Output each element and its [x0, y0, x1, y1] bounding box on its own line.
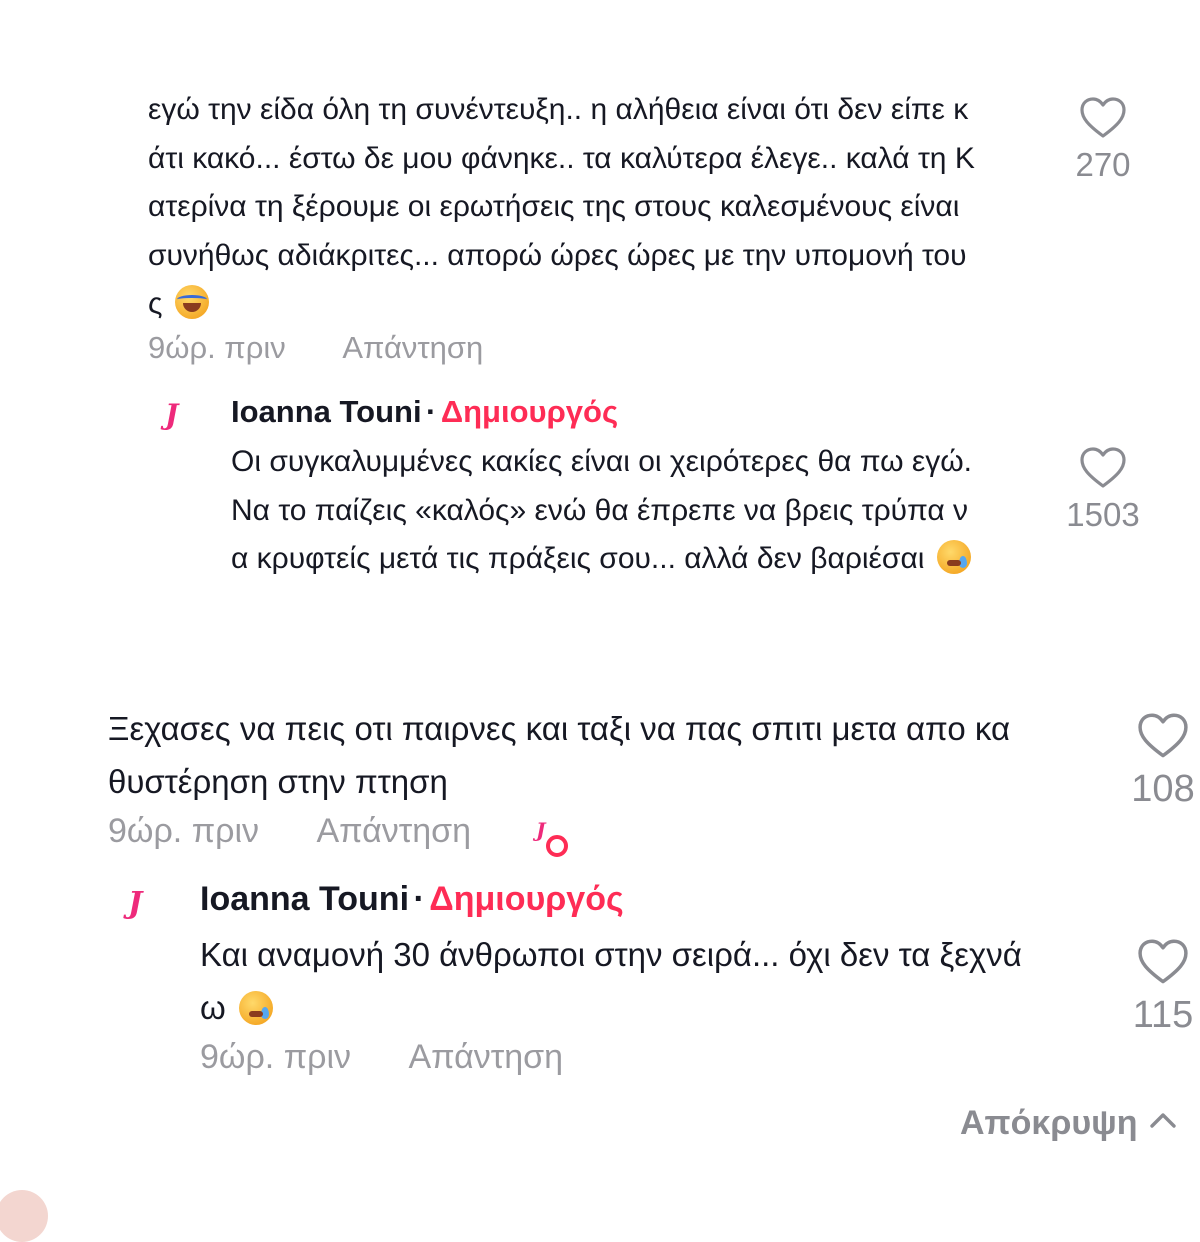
comment-2-meta: 9ώρ. πριν Απάντηση	[108, 812, 471, 851]
like-count: 270	[1075, 146, 1131, 183]
comment-timestamp: 9ώρ. πριν	[148, 330, 286, 365]
liked-by-creator-indicator: J	[536, 818, 576, 862]
reply-2-body: Και αναμονή 30 άνθρωποι στην σειρά... όχ…	[200, 928, 1100, 1034]
like-button[interactable]	[1135, 712, 1191, 760]
reply-button[interactable]: Απάντηση	[409, 1038, 564, 1076]
comment-text-line: Να το παίζεις «καλός» ενώ θα έπρεπε να β…	[231, 493, 969, 527]
reply-header: Ioanna Touni · Δημιουργός	[231, 394, 618, 430]
face-holding-back-tears-icon	[936, 540, 971, 574]
like-count: 108	[1131, 768, 1195, 810]
like-count: 1503	[1066, 496, 1140, 533]
face-holding-back-tears-icon	[238, 991, 273, 1025]
like-button[interactable]	[1078, 446, 1128, 490]
comment-text-line: ω	[200, 981, 1100, 1034]
liked-heart-icon	[546, 835, 568, 857]
comment-text-fragment: ω	[200, 989, 226, 1026]
creator-avatar[interactable]: J	[128, 886, 142, 921]
separator-dot: ·	[413, 880, 425, 918]
comment-text-line: εγώ την είδα όλη τη συνέντευξη.. η αλήθε…	[148, 93, 969, 126]
comment-text-fragment: α κρυφτείς μετά τις πράξεις σου... αλλά …	[231, 542, 925, 575]
face-with-tears-of-joy-icon	[174, 285, 209, 319]
creator-badge: Δημιουργός	[440, 394, 619, 429]
comment-1: εγώ την είδα όλη τη συνέντευξη.. η αλήθε…	[148, 86, 1068, 329]
like-count: 115	[1132, 994, 1194, 1036]
comment-text-line: Οι συγκαλυμμένες κακίες είναι οι χειρότε…	[231, 445, 973, 478]
comment-text-line: Και αναμονή 30 άνθρωποι στην σειρά... όχ…	[200, 936, 1022, 973]
comment-1-meta: 9ώρ. πριν Απάντηση	[148, 330, 483, 366]
comment-timestamp: 9ώρ. πριν	[200, 1038, 352, 1076]
reply-header: Ioanna Touni · Δημιουργός	[200, 880, 624, 919]
comment-text-line: συνήθως αδιάκριτες... απορώ ώρες ώρες με…	[148, 238, 967, 272]
comment-text-line: θυστέρηση στην πτηση	[108, 763, 448, 800]
comment-text-fragment: ς	[148, 287, 163, 320]
comment-text-line: Ξεχασες να πεις οτι παιρνες και ταξι να …	[108, 710, 1011, 747]
author-name[interactable]: Ioanna Touni	[231, 394, 422, 429]
comment-text-line: α κρυφτείς μετά τις πράξεις σου... αλλά …	[231, 535, 1051, 584]
reply-button[interactable]: Απάντηση	[317, 812, 472, 850]
like-button[interactable]	[1135, 938, 1191, 986]
author-name[interactable]: Ioanna Touni	[200, 880, 409, 918]
reply-button[interactable]: Απάντηση	[342, 330, 483, 365]
creator-avatar-mini: J	[536, 818, 546, 842]
chevron-up-icon	[1150, 1113, 1176, 1128]
comment-text-line: ς	[148, 280, 1068, 329]
heart-outline-icon	[1080, 447, 1126, 488]
reply-1-body: Οι συγκαλυμμένες κακίες είναι οι χειρότε…	[231, 438, 1051, 584]
creator-avatar[interactable]: J	[165, 398, 178, 431]
heart-outline-icon	[1138, 713, 1188, 758]
separator-dot: ·	[426, 394, 437, 429]
comment-2: Ξεχασες να πεις οτι παιρνες και ταξι να …	[108, 702, 1108, 808]
reply-2-meta: 9ώρ. πριν Απάντηση	[200, 1038, 563, 1077]
creator-badge: Δημιουργός	[429, 880, 624, 918]
comment-text-line: άτι κακό... έστω δε μου φάνηκε.. τα καλύ…	[148, 141, 975, 175]
like-button[interactable]	[1078, 96, 1128, 140]
comment-text-line: ατερίνα τη ξέρουμε οι ερωτήσεις της στου…	[148, 190, 960, 223]
hide-replies-label: Απόκρυψη	[960, 1104, 1138, 1142]
heart-outline-icon	[1138, 939, 1188, 984]
hide-replies-button[interactable]: Απόκρυψη	[960, 1104, 1178, 1143]
next-comment-avatar[interactable]	[0, 1190, 48, 1242]
comment-timestamp: 9ώρ. πριν	[108, 812, 260, 850]
heart-outline-icon	[1080, 97, 1126, 138]
